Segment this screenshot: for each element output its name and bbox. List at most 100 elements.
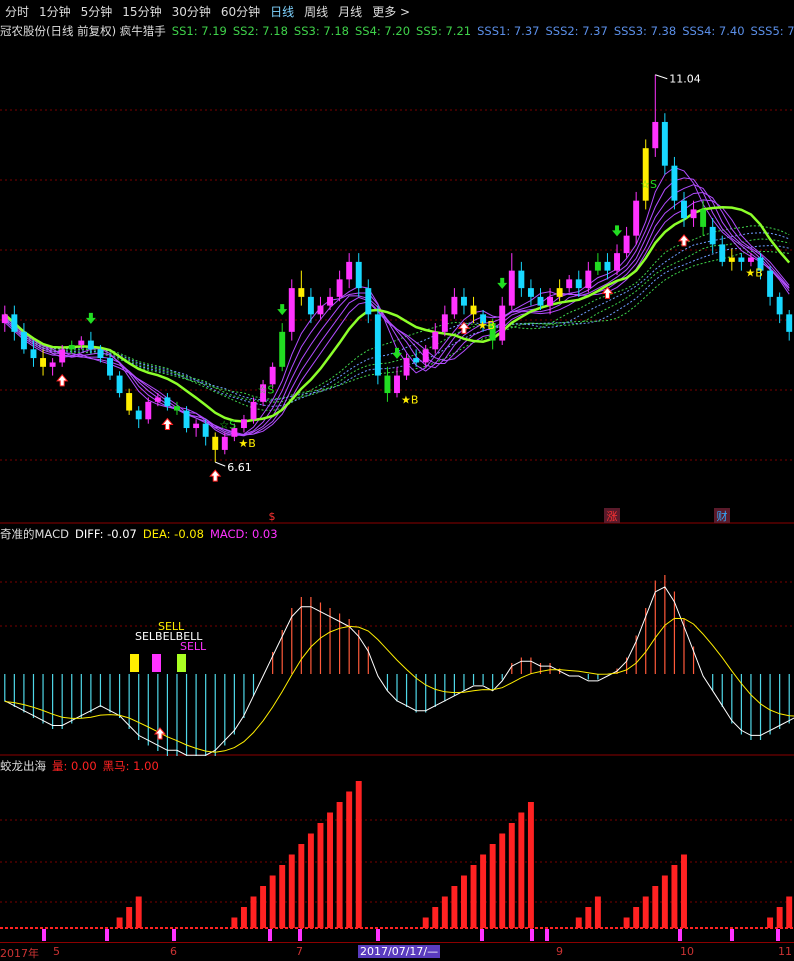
- volume-signal-bar-50: [480, 854, 487, 928]
- volume-signal-bar-45: [432, 907, 439, 928]
- volume-signal-chart[interactable]: [0, 774, 794, 942]
- volume-signal-bar-25: [240, 907, 247, 928]
- date-label-0: 2017年: [0, 947, 39, 960]
- macd-title: 奇准的MACD: [0, 527, 69, 541]
- candle-body-48: [460, 296, 467, 306]
- volume-signal-bar-61: [585, 907, 592, 928]
- ma-legend-4: SS5: 7.21: [416, 24, 472, 38]
- candle-body-22: [212, 436, 219, 450]
- macd-sell-block-1: [152, 654, 161, 672]
- volume-signal-bar-31: [298, 844, 305, 928]
- volume-signal-bar-47: [451, 886, 458, 928]
- heima-marker-3: [268, 929, 272, 941]
- volume-signal-bar-66: [633, 907, 640, 928]
- volume-signal-bar-82: [786, 896, 793, 928]
- period-tab-3[interactable]: 15分钟: [117, 3, 166, 20]
- candle-body-39: [374, 314, 381, 376]
- volume-signal-bar-62: [594, 896, 601, 928]
- candle-body-54: [518, 270, 525, 289]
- candle-body-70: [671, 165, 678, 201]
- candle-body-20: [193, 423, 200, 429]
- candle-body-78: [747, 257, 754, 262]
- ma-legend-0: SS1: 7.19: [171, 24, 227, 38]
- heima-marker-0: [42, 929, 46, 941]
- volume-signal-bar-44: [422, 917, 429, 928]
- candle-body-66: [633, 200, 640, 236]
- candle-body-63: [604, 261, 611, 271]
- macd-sell-block-2: [177, 654, 186, 672]
- ma-legend-8: SSS4: 7.40: [682, 24, 745, 38]
- volume-signal-bar-12: [116, 917, 123, 928]
- volume-signal-bar-48: [460, 875, 467, 928]
- heima-marker-10: [730, 929, 734, 941]
- heima-marker-8: [545, 929, 549, 941]
- period-tab-2[interactable]: 5分钟: [76, 3, 118, 20]
- macd-chart[interactable]: SELLSELBELBELLSELL: [0, 542, 794, 756]
- macd-buy-arrow-icon: [153, 727, 167, 740]
- candle-body-16: [154, 397, 161, 402]
- candle-body-13: [126, 393, 133, 411]
- candle-body-69: [661, 121, 668, 166]
- ma-legend-9: SSS5: 7.41: [750, 24, 794, 38]
- candle-body-2: [20, 331, 27, 350]
- volume-signal-bar-46: [441, 896, 448, 928]
- candlestick-chart[interactable]: 11.046.61★B★B★B★B☆S☆S☆S$ 涨财: [0, 40, 794, 524]
- sell-arrow-icon: [497, 277, 508, 289]
- period-tab-4[interactable]: 30分钟: [167, 3, 216, 20]
- volume-signal-bar-14: [135, 896, 142, 928]
- candle-body-33: [317, 305, 324, 315]
- volume-signal-bar-51: [489, 844, 496, 928]
- volume-signal-bar-36: [346, 791, 353, 928]
- volume-signal-bar-32: [307, 833, 314, 928]
- buy-signal-label: ★B: [238, 437, 255, 450]
- candle-body-11: [107, 358, 113, 376]
- candle-body-49: [470, 305, 477, 315]
- news-flag-zhang: 涨: [607, 510, 618, 523]
- candle-body-71: [681, 200, 687, 219]
- candle-body-76: [728, 257, 735, 262]
- volume-title: 蛟龙出海: [0, 759, 46, 773]
- volume-signal-bar-33: [317, 823, 324, 928]
- low-price-label: 6.61: [227, 461, 252, 474]
- period-tab-6[interactable]: 日线: [265, 3, 299, 20]
- volume-legend: 蛟龙出海 量: 0.00 黑马: 1.00: [0, 758, 159, 774]
- candle-body-34: [327, 296, 334, 306]
- candle-body-82: [786, 314, 793, 332]
- period-tab-7[interactable]: 周线: [299, 3, 333, 20]
- date-label-3: 7: [296, 945, 303, 958]
- buy-arrow-icon: [56, 374, 69, 387]
- ma-legend-7: SSS3: 7.38: [613, 24, 677, 38]
- date-label-7: 11: [778, 945, 792, 958]
- date-label-4: 2017/07/17/—: [358, 945, 441, 958]
- volume-signal-bar-67: [642, 896, 649, 928]
- candle-body-7: [68, 344, 75, 350]
- high-price-label: 11.04: [669, 73, 701, 86]
- ma-legend-6: SSS2: 7.37: [545, 24, 608, 38]
- sell-arrow-icon: [612, 225, 623, 237]
- period-tab-1[interactable]: 1分钟: [34, 3, 76, 20]
- macd-dea: DEA: -0.08: [142, 527, 204, 541]
- period-tab-9[interactable]: 更多 >: [367, 3, 415, 20]
- heima-marker-7: [530, 929, 534, 941]
- macd-diff: DIFF: -0.07: [74, 527, 137, 541]
- volume-signal-bar-71: [681, 854, 687, 928]
- macd-diff-line: [4, 586, 794, 756]
- date-label-5: 9: [556, 945, 563, 958]
- candle-body-81: [776, 296, 783, 315]
- candle-body-55: [527, 288, 534, 297]
- period-tab-5[interactable]: 60分钟: [216, 3, 265, 20]
- low-pointer: [215, 461, 226, 467]
- volume-signal-bar-80: [767, 917, 774, 928]
- macd-legend: 奇准的MACD DIFF: -0.07 DEA: -0.08 MACD: 0.0…: [0, 526, 278, 542]
- macd-sell3-label: SELL: [180, 640, 207, 653]
- main-chart-title: 冠农股份(日线 前复权) 疯牛猎手: [0, 24, 166, 38]
- volume-signal-bar-49: [470, 865, 477, 928]
- period-tab-8[interactable]: 月线: [333, 3, 367, 20]
- sell-arrow-icon: [85, 312, 96, 324]
- volume-signal-bar-35: [336, 802, 343, 928]
- candle-body-38: [365, 288, 372, 315]
- period-tab-0[interactable]: 分时: [0, 3, 34, 20]
- candle-body-52: [499, 305, 506, 341]
- candle-body-37: [355, 261, 362, 289]
- sell-signal-label: ☆S: [258, 383, 275, 396]
